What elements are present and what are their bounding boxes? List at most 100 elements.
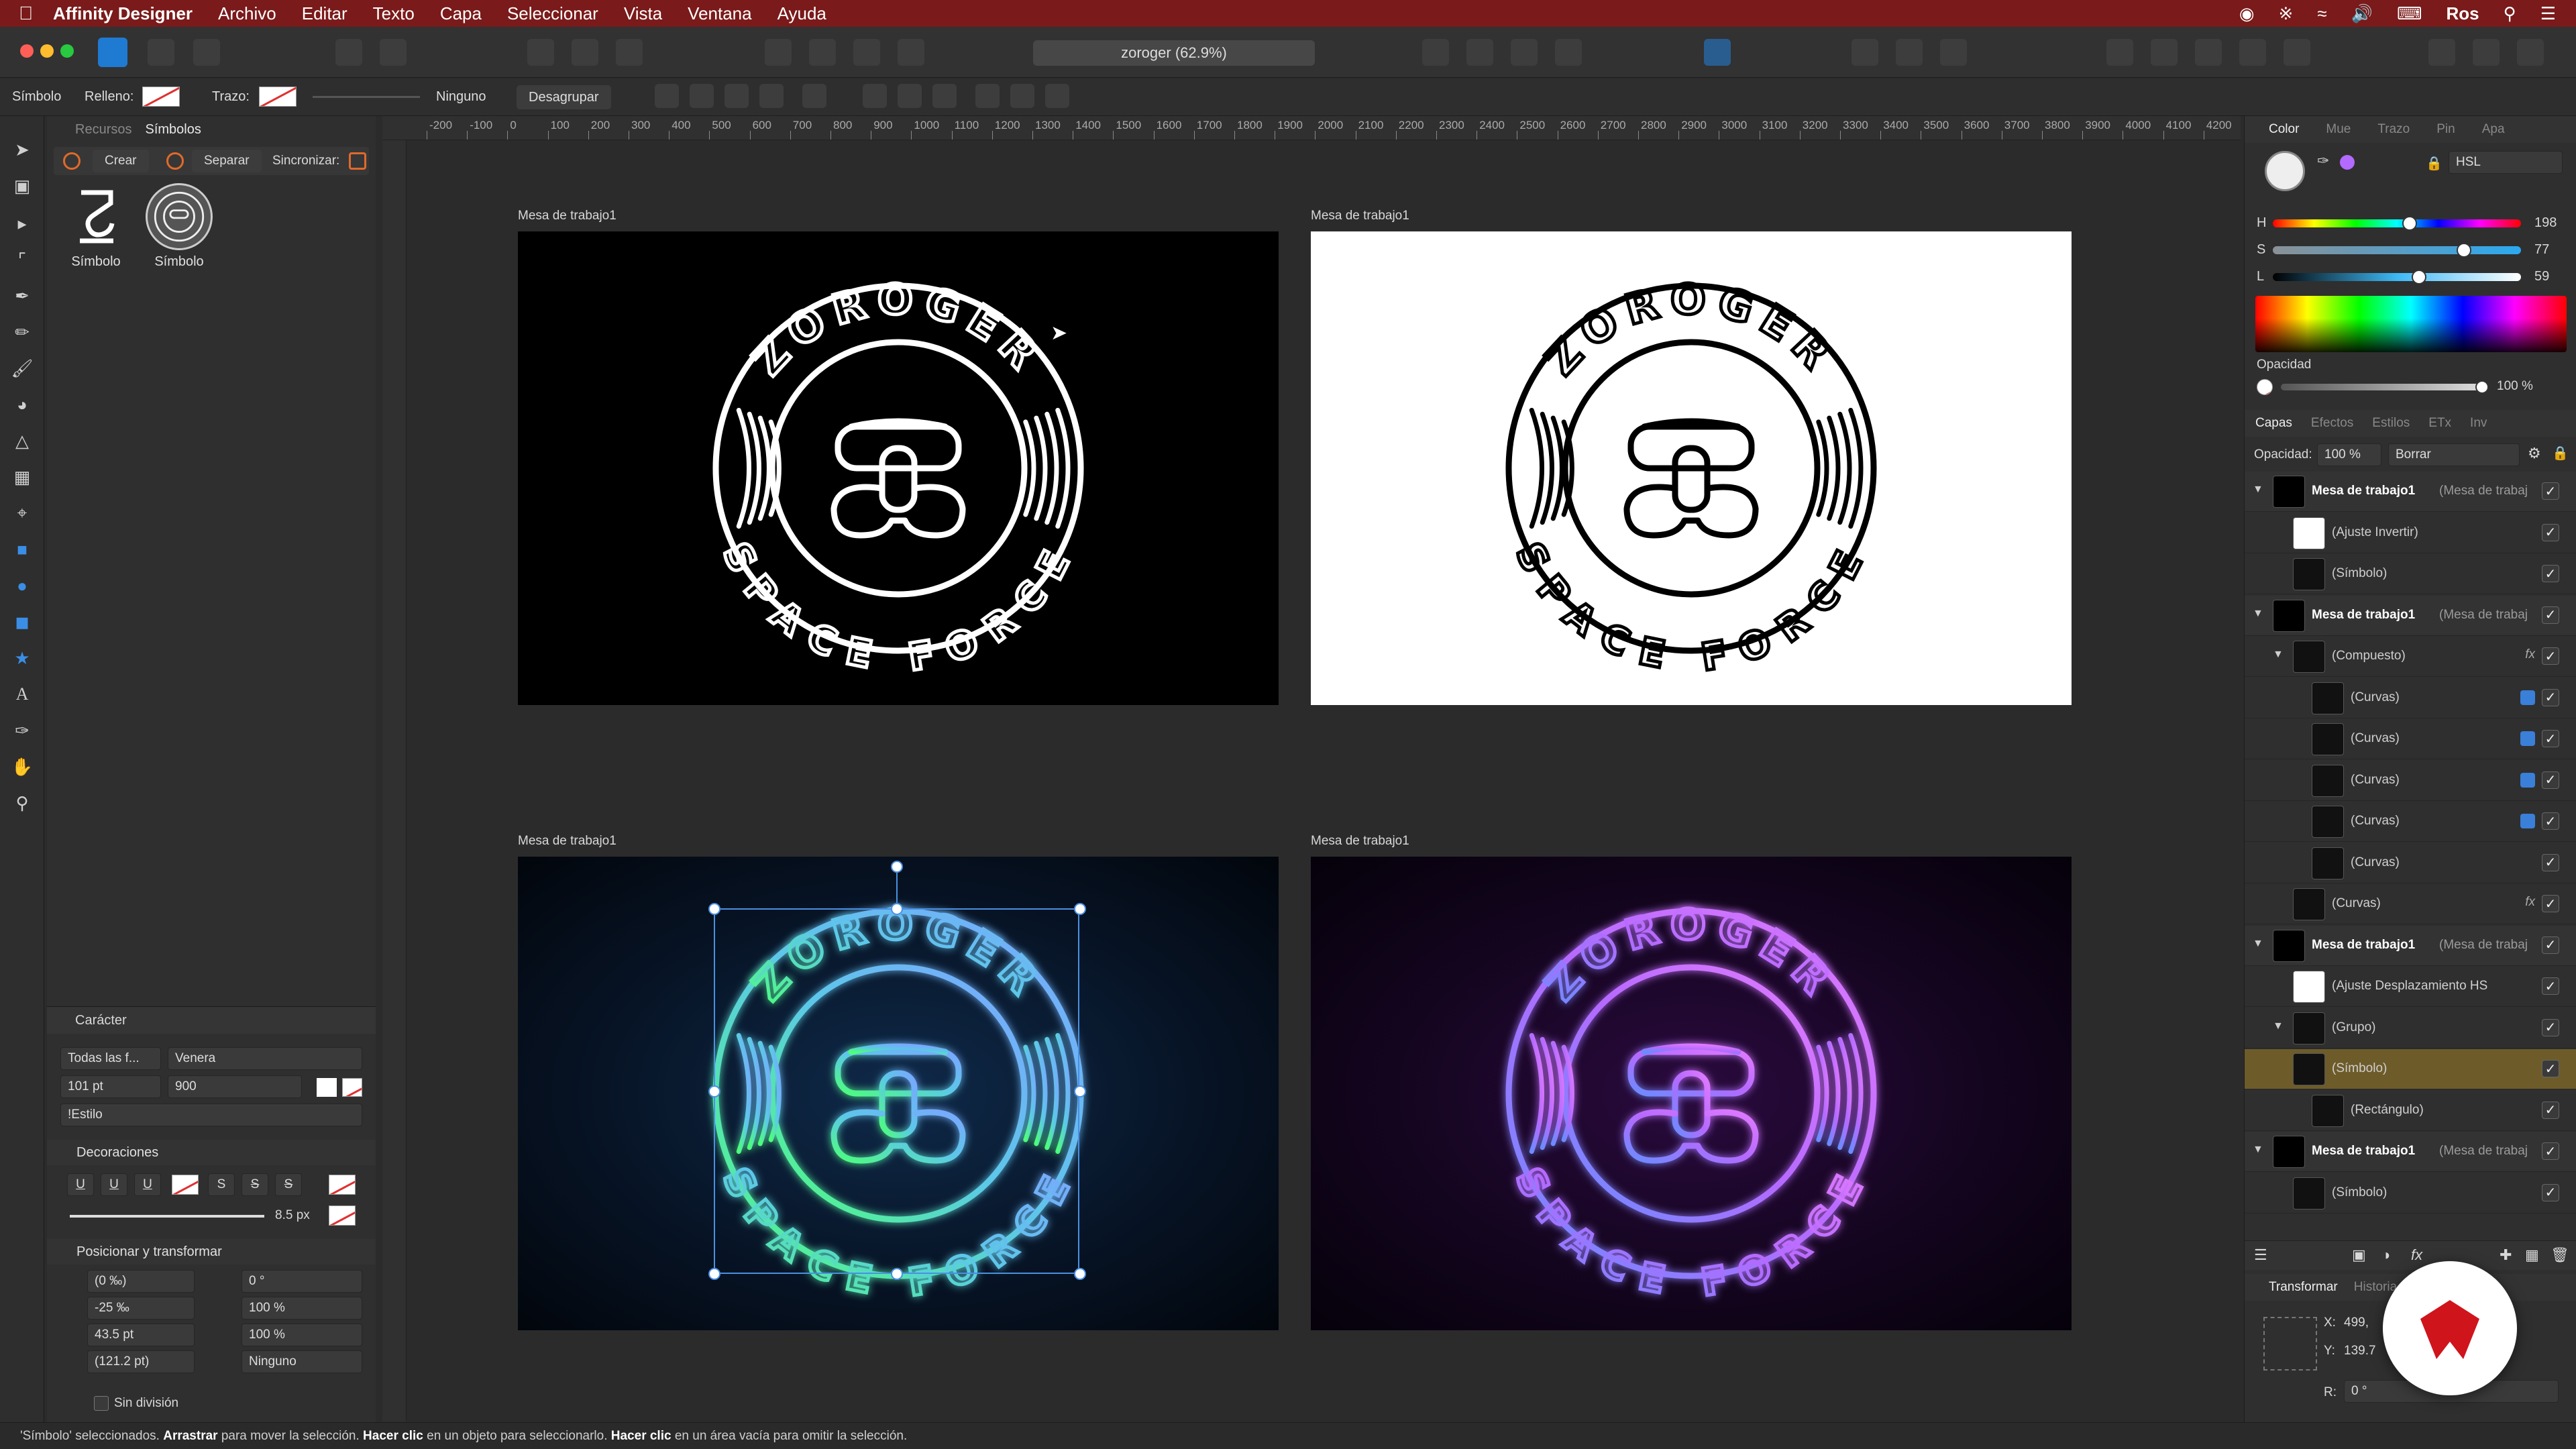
blend-mode-select[interactable]: Borrar: [2388, 443, 2520, 466]
symbol-tile[interactable]: Símbolo: [59, 183, 133, 270]
align-left-icon[interactable]: [863, 84, 887, 108]
layer-row[interactable]: (Ajuste Desplazamiento HS ✓: [2245, 967, 2576, 1007]
layer-row[interactable]: (Símbolo) ✓: [2245, 554, 2576, 594]
baseline-field[interactable]: 43.5 pt: [87, 1324, 195, 1346]
horizontal-ruler[interactable]: -200 -100 0 100 200 300 400 500 600 700 800 900 1000…: [382, 116, 2241, 140]
recent-color-dot[interactable]: [2340, 155, 2355, 170]
wifi-icon[interactable]: ≈: [2317, 3, 2326, 24]
underline-button[interactable]: U: [67, 1173, 94, 1196]
ungroup-button[interactable]: Desagrupar: [517, 85, 611, 109]
eyedropper-icon[interactable]: ✑: [9, 717, 36, 744]
snapping-icon[interactable]: [380, 39, 407, 66]
layer-row[interactable]: (Símbolo) ✓: [2245, 1173, 2576, 1214]
font-size-field[interactable]: 101 pt: [60, 1075, 161, 1098]
tracking-field[interactable]: -25 ‰: [87, 1297, 195, 1320]
lightness-slider[interactable]: [2273, 270, 2521, 284]
decoration-width-value[interactable]: 8.5 px: [275, 1208, 310, 1223]
tab-text-styles[interactable]: ETx: [2428, 416, 2451, 431]
position-transform-section[interactable]: Posicionar y transformar: [47, 1239, 376, 1265]
minimize-window-button[interactable]: [40, 44, 54, 58]
resize-handle[interactable]: [1074, 1085, 1086, 1097]
text-stroke-swatch[interactable]: [342, 1078, 362, 1097]
layers-stack-icon[interactable]: ☰: [2254, 1246, 2267, 1264]
position-select[interactable]: Ninguno: [241, 1350, 362, 1373]
layer-link-icon[interactable]: [2520, 690, 2535, 705]
scale-v-field[interactable]: 100 %: [241, 1324, 362, 1346]
record-icon[interactable]: ◉: [2239, 3, 2255, 24]
rectangle-tool-icon[interactable]: ■: [9, 536, 36, 563]
detach-symbol-button[interactable]: Separar: [192, 150, 262, 172]
hue-slider[interactable]: [2273, 216, 2521, 231]
boolean-subtract-icon[interactable]: [898, 39, 924, 66]
align-icon[interactable]: [1704, 39, 1731, 66]
assistant-icon[interactable]: [2428, 39, 2455, 66]
opacity-slider[interactable]: [2281, 384, 2482, 390]
x-value[interactable]: 499,: [2344, 1316, 2369, 1330]
lock-icon[interactable]: 🔒: [2426, 155, 2443, 172]
place-image-icon[interactable]: ▦: [9, 464, 36, 490]
s-value[interactable]: 77: [2534, 242, 2549, 258]
symbol-tile[interactable]: Símbolo: [142, 183, 216, 270]
resize-handle[interactable]: [891, 1268, 903, 1280]
expand-triangle-icon[interactable]: ▼: [2273, 1020, 2284, 1032]
tab-recursos[interactable]: Recursos: [75, 122, 131, 138]
tab-brushes[interactable]: Pin: [2436, 122, 2455, 137]
fill-color-well[interactable]: [2265, 151, 2305, 191]
artboard-label[interactable]: Mesa de trabajo1: [518, 834, 616, 849]
brand-badge[interactable]: [2383, 1261, 2517, 1395]
menu-texto[interactable]: Texto: [373, 3, 415, 24]
tab-transform[interactable]: Transformar: [2269, 1280, 2338, 1295]
show-origin-icon[interactable]: [690, 84, 714, 108]
zoroger-logo[interactable]: ZOROGER SPACE FORCE: [518, 231, 1279, 705]
align-middle-icon[interactable]: [1010, 84, 1034, 108]
layer-opacity-field[interactable]: 100 %: [2317, 443, 2381, 466]
bbox-icon[interactable]: [724, 84, 749, 108]
layer-row[interactable]: ▼ (Grupo) ✓: [2245, 1008, 2576, 1049]
menu-editar[interactable]: Editar: [302, 3, 347, 24]
resize-handle[interactable]: [708, 1268, 720, 1280]
flip-vertical-icon[interactable]: [1466, 39, 1493, 66]
layer-visibility-checkbox[interactable]: ✓: [2542, 523, 2559, 541]
document-title[interactable]: zoroger (62.9%): [1033, 40, 1315, 66]
layer-visibility-checkbox[interactable]: ✓: [2542, 771, 2559, 789]
h-value[interactable]: 198: [2534, 215, 2557, 231]
snapping-grid-icon[interactable]: [1851, 39, 1878, 66]
resize-handle[interactable]: [1074, 1268, 1086, 1280]
opacity-value[interactable]: 100 %: [2497, 379, 2533, 394]
hand-tool-icon[interactable]: ✋: [9, 753, 36, 780]
font-family-select[interactable]: Venera: [168, 1047, 362, 1070]
layer-visibility-checkbox[interactable]: ✓: [2542, 1018, 2559, 1036]
expand-triangle-icon[interactable]: ▼: [2253, 484, 2263, 496]
preferences-icon[interactable]: [2517, 39, 2544, 66]
share-icon[interactable]: [193, 39, 220, 66]
resize-handle[interactable]: [708, 903, 720, 915]
hue-slider-knob[interactable]: [2402, 216, 2417, 231]
double-strikethrough-button[interactable]: S: [241, 1173, 268, 1196]
crop-tool-icon[interactable]: ⌖: [9, 500, 36, 527]
shear-field[interactable]: 0 °: [241, 1270, 362, 1293]
move-tool-icon[interactable]: ➤: [9, 136, 36, 163]
insert-inside-icon[interactable]: [2151, 39, 2178, 66]
opacity-none-swatch[interactable]: [2257, 379, 2273, 395]
no-break-checkbox[interactable]: [94, 1396, 109, 1411]
layer-visibility-checkbox[interactable]: ✓: [2542, 482, 2559, 500]
layer-visibility-checkbox[interactable]: ✓: [2542, 812, 2559, 830]
tab-swatches[interactable]: Mue: [2326, 122, 2351, 137]
fx-icon[interactable]: fx: [2525, 895, 2535, 910]
thick-underline-button[interactable]: U: [134, 1173, 161, 1196]
view-retina-icon[interactable]: [616, 39, 643, 66]
pencil-tool-icon[interactable]: ✏: [9, 319, 36, 345]
app-menu[interactable]: Affinity Designer: [53, 3, 193, 24]
expand-triangle-icon[interactable]: ▼: [2253, 608, 2263, 620]
layer-row[interactable]: (Curvas) ✓: [2245, 678, 2576, 718]
geometry-icon[interactable]: [759, 84, 784, 108]
kerning-field[interactable]: (0 ‰): [87, 1270, 195, 1293]
layer-visibility-checkbox[interactable]: ✓: [2542, 1060, 2559, 1077]
view-pixel-icon[interactable]: [572, 39, 598, 66]
keyboard-icon[interactable]: ⌨: [2397, 3, 2422, 24]
tab-layers[interactable]: Capas: [2255, 416, 2292, 431]
underline-color-swatch[interactable]: [172, 1175, 199, 1195]
menu-ayuda[interactable]: Ayuda: [777, 3, 826, 24]
artboard-label[interactable]: Mesa de trabajo1: [518, 209, 616, 223]
layer-visibility-checkbox[interactable]: ✓: [2542, 895, 2559, 912]
